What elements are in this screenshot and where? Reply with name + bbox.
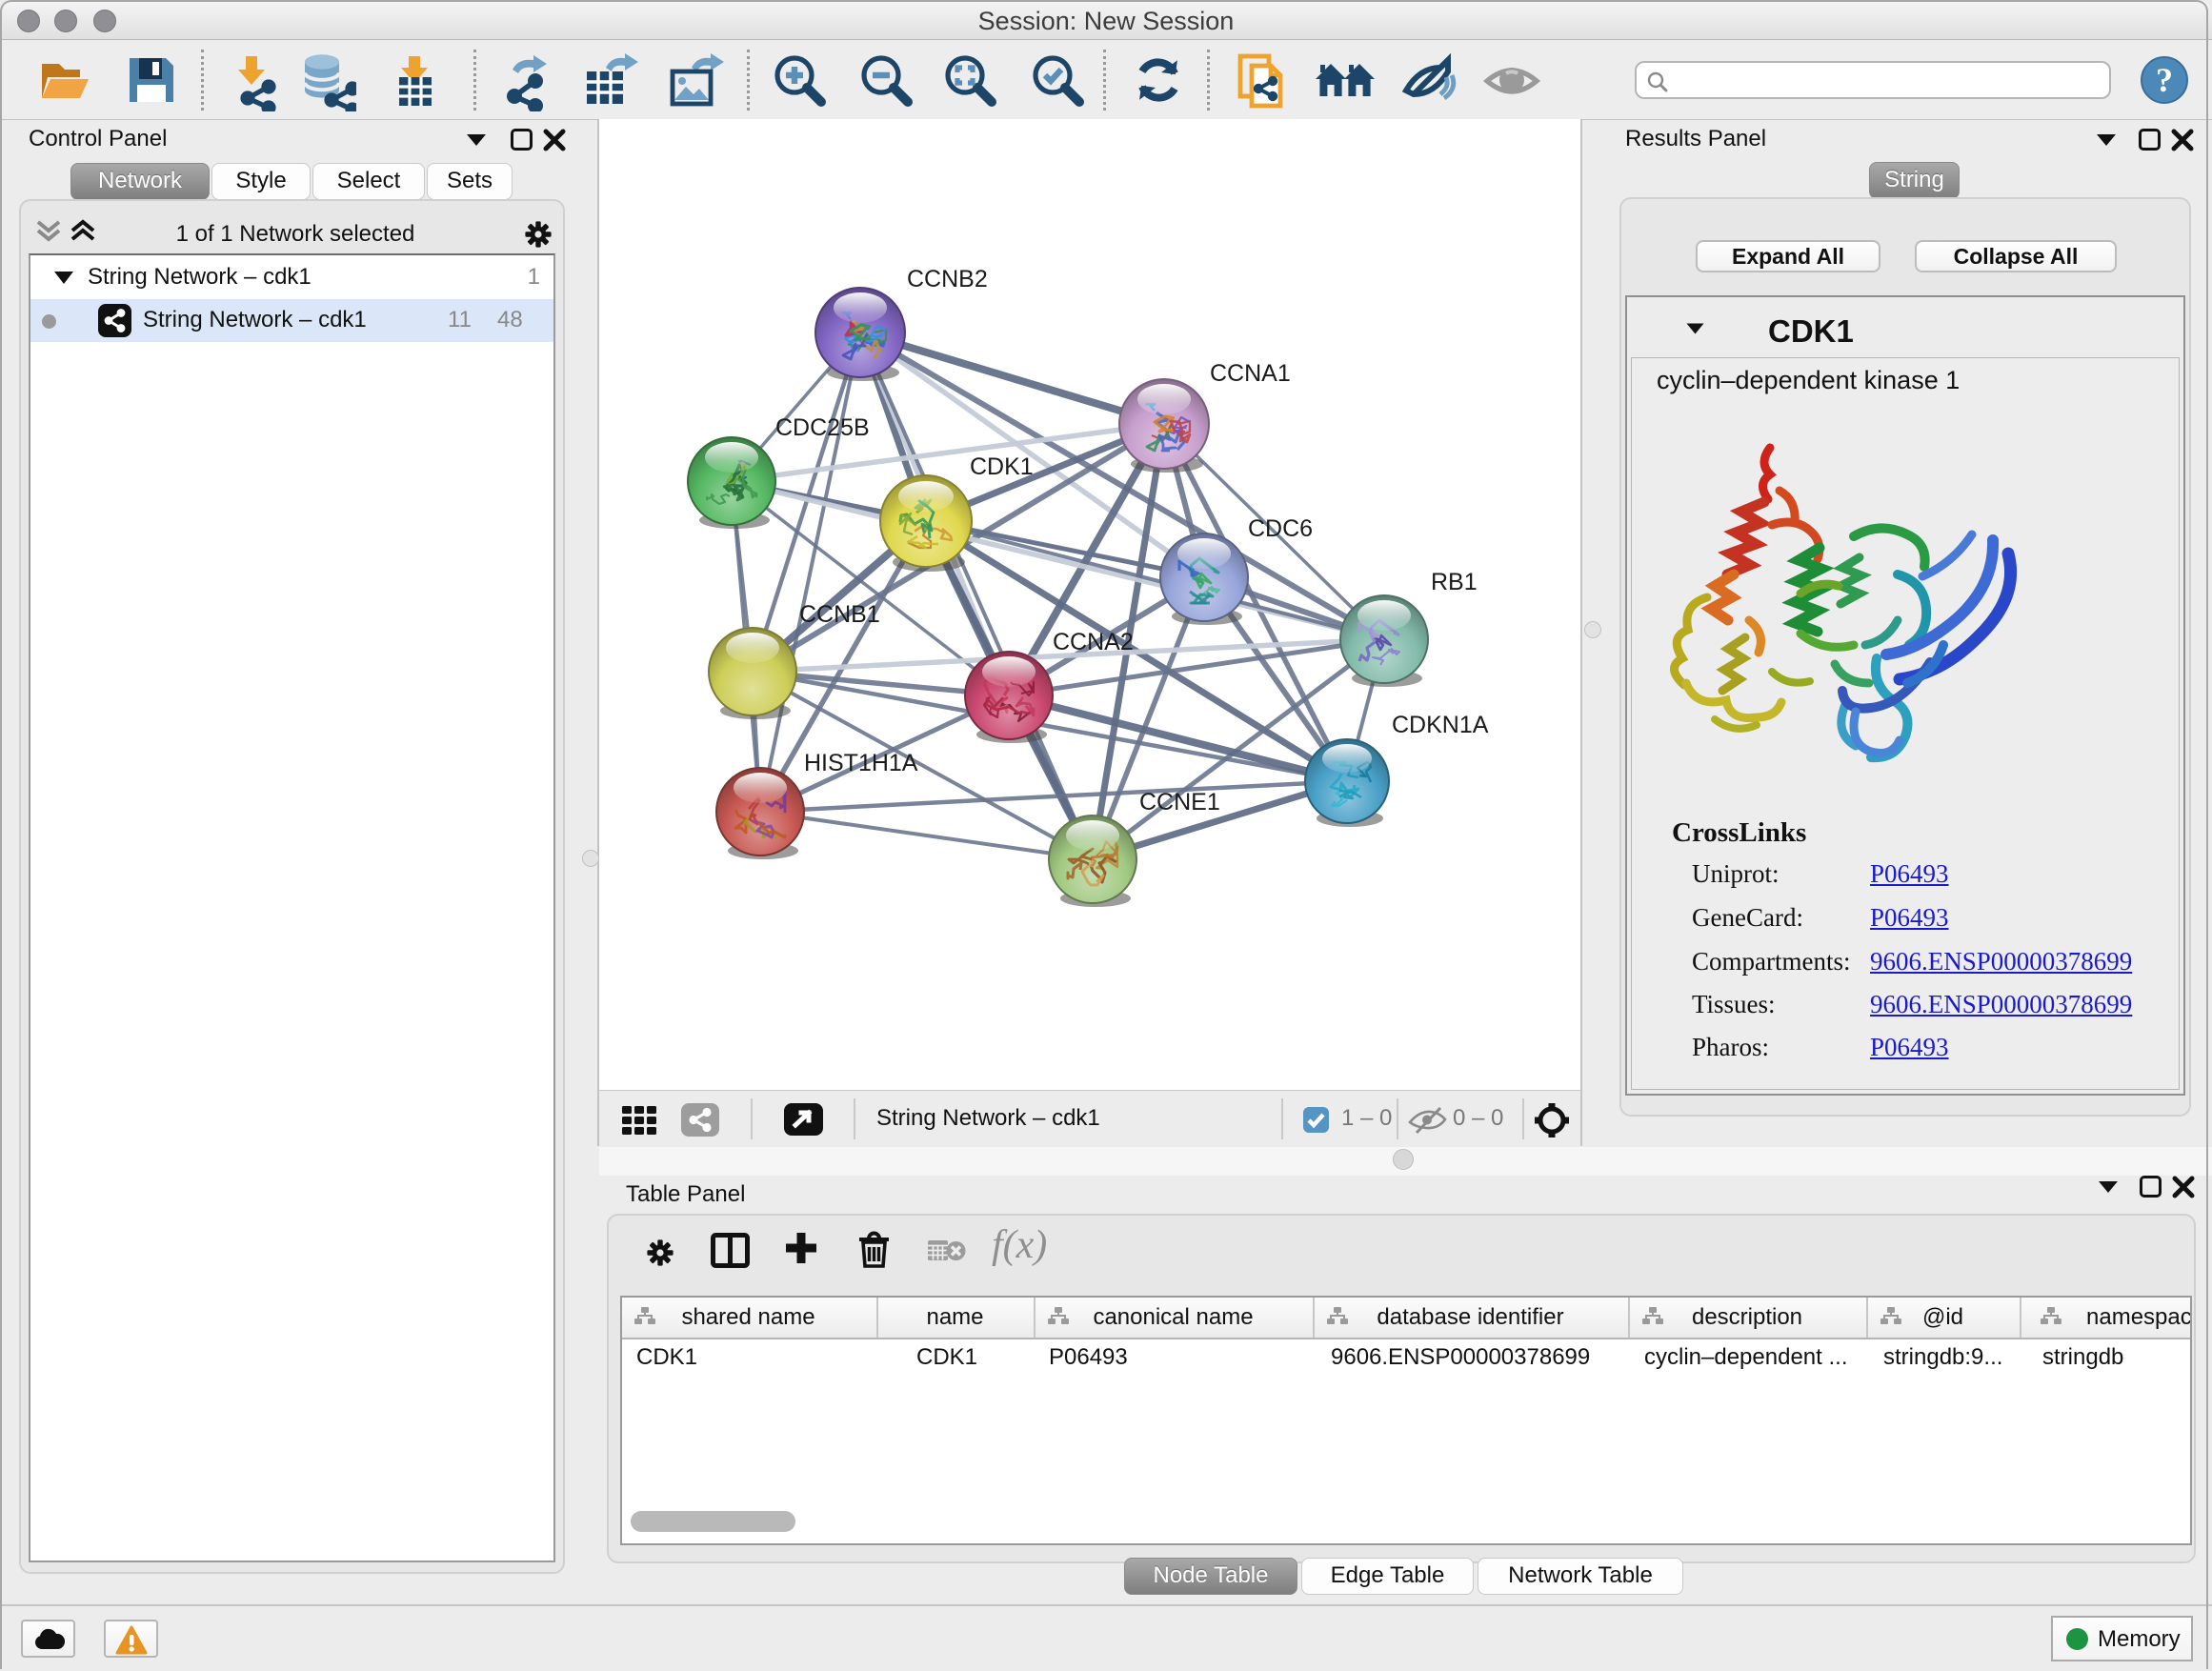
svg-text:CCNE1: CCNE1: [1139, 789, 1220, 815]
svg-text:CCNB2: CCNB2: [907, 266, 988, 292]
svg-text:CDC25B: CDC25B: [775, 414, 870, 441]
svg-text:CDKN1A: CDKN1A: [1392, 712, 1489, 738]
svg-text:CCNB1: CCNB1: [799, 601, 880, 628]
svg-text:CDK1: CDK1: [970, 453, 1034, 480]
svg-text:?: ?: [2156, 61, 2173, 99]
svg-text:RB1: RB1: [1431, 569, 1478, 595]
svg-text:CDC6: CDC6: [1248, 515, 1313, 542]
svg-text:HIST1H1A: HIST1H1A: [804, 750, 918, 776]
svg-text:CCNA2: CCNA2: [1053, 629, 1134, 655]
svg-text:CCNA1: CCNA1: [1210, 360, 1291, 387]
